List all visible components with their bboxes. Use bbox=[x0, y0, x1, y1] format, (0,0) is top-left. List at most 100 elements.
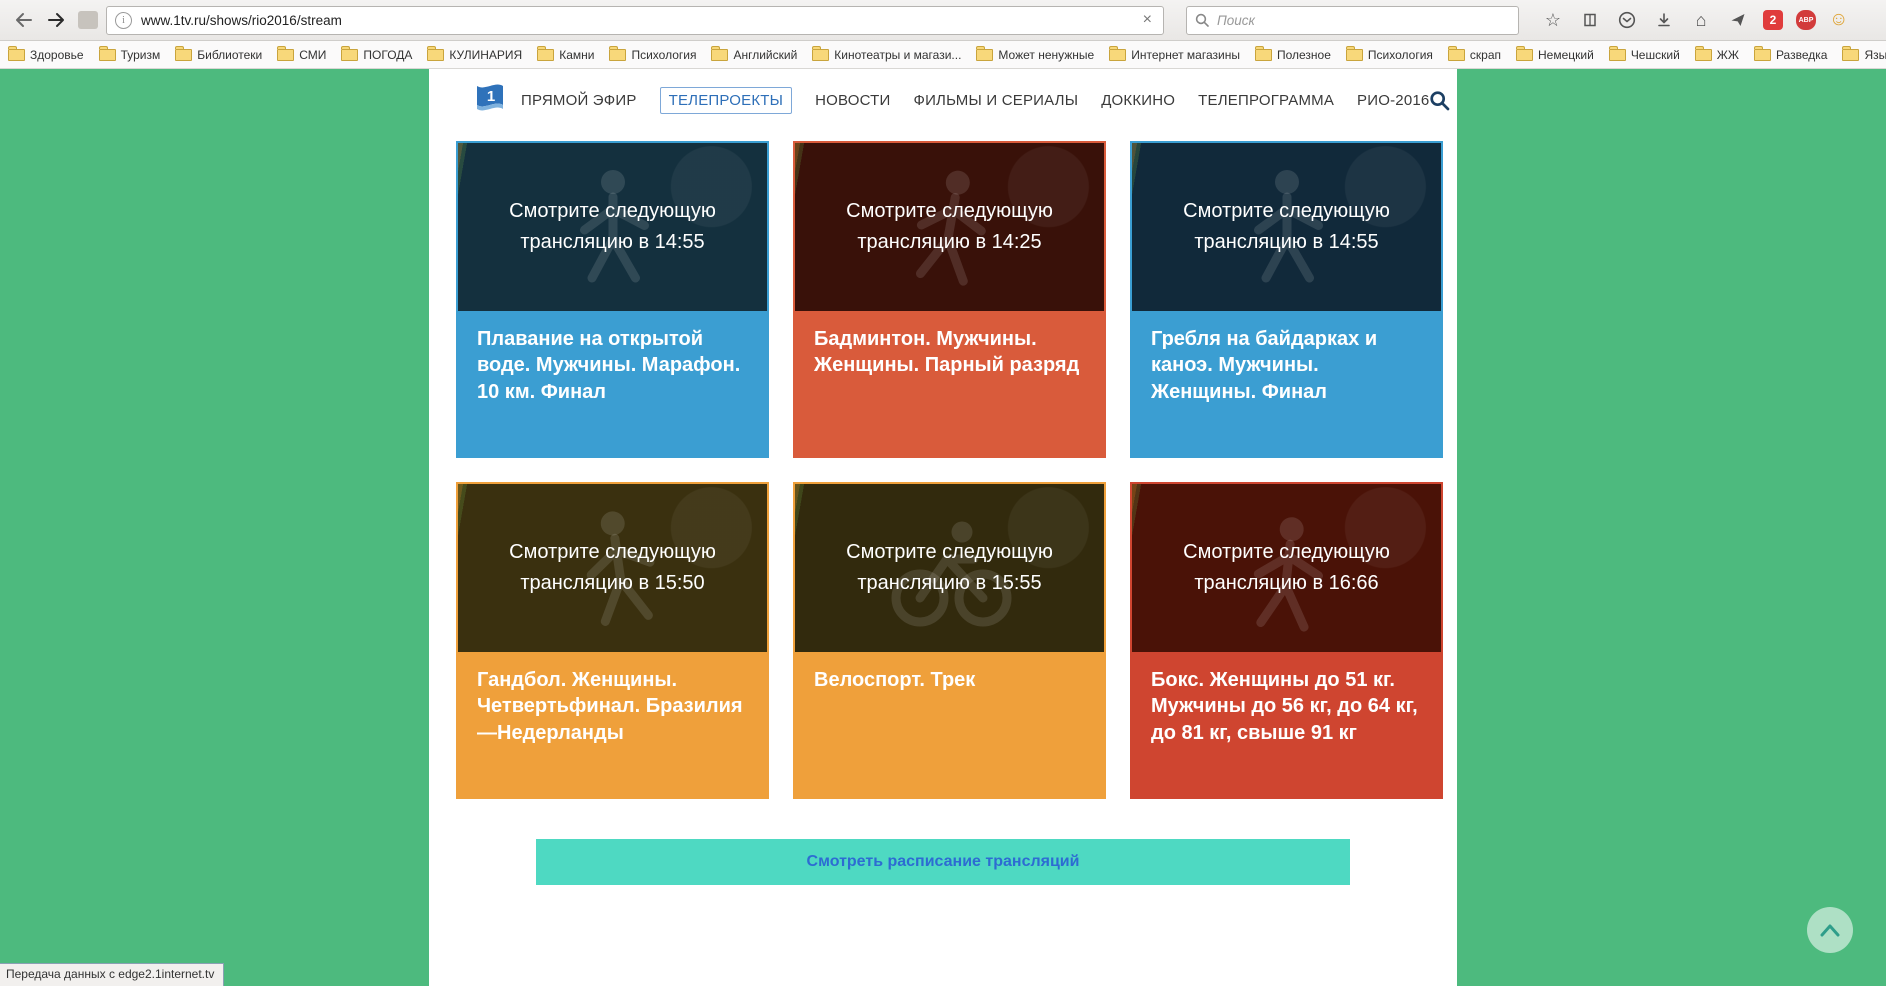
info-icon[interactable] bbox=[115, 12, 132, 29]
folder-icon bbox=[976, 49, 993, 61]
bookmark-item[interactable]: Полезное bbox=[1255, 48, 1331, 62]
bookmark-label: СМИ bbox=[299, 48, 326, 62]
broadcast-card[interactable]: Смотрите следующую трансляцию в 16:66 Бо… bbox=[1130, 482, 1443, 799]
bookmark-label: Может ненужные bbox=[998, 48, 1094, 62]
forward-button[interactable] bbox=[44, 7, 70, 33]
adblock-badge[interactable]: ABP bbox=[1796, 10, 1816, 30]
bookmark-item[interactable]: ПОГОДА bbox=[341, 48, 412, 62]
broadcast-card[interactable]: Смотрите следующую трансляцию в 15:50 Га… bbox=[456, 482, 769, 799]
nav-item-news[interactable]: НОВОСТИ bbox=[815, 92, 890, 109]
bookmark-item[interactable]: Здоровье bbox=[8, 48, 84, 62]
bookmark-item[interactable]: Кинотеатры и магази... bbox=[812, 48, 961, 62]
folder-icon bbox=[1842, 49, 1859, 61]
bookmark-item[interactable]: Интернет магазины bbox=[1109, 48, 1240, 62]
bookmark-item[interactable]: Немецкий bbox=[1516, 48, 1594, 62]
extension-badge[interactable]: 2 bbox=[1763, 10, 1783, 30]
card-title-area: Гребля на байдарках и каноэ. Мужчины. Же… bbox=[1132, 311, 1441, 456]
bookmark-label: Здоровье bbox=[30, 48, 84, 62]
history-dropdown-icon[interactable] bbox=[78, 11, 98, 29]
browser-search-input[interactable] bbox=[1215, 12, 1510, 29]
arrow-up-icon bbox=[1819, 923, 1841, 937]
card-announce: Смотрите следующую трансляцию в 16:66 bbox=[1151, 537, 1423, 599]
bookmark-star-icon[interactable]: ☆ bbox=[1541, 8, 1565, 32]
bookmark-item[interactable]: Психология bbox=[609, 48, 696, 62]
card-announce: Смотрите следующую трансляцию в 14:25 bbox=[814, 196, 1086, 258]
library-icon[interactable] bbox=[1578, 8, 1602, 32]
status-bar: Передача данных с edge2.1internet.tv bbox=[0, 963, 224, 986]
card-announce-area: Смотрите следующую трансляцию в 14:55 bbox=[1132, 143, 1441, 311]
folder-icon bbox=[1346, 49, 1363, 61]
broadcast-card[interactable]: Смотрите следующую трансляцию в 15:55 Ве… bbox=[793, 482, 1106, 799]
bookmark-item[interactable]: Камни bbox=[537, 48, 594, 62]
folder-icon bbox=[537, 49, 554, 61]
card-title-area: Велоспорт. Трек bbox=[795, 652, 1104, 797]
bookmark-label: Немецкий bbox=[1538, 48, 1594, 62]
folder-icon bbox=[1754, 49, 1771, 61]
back-button[interactable] bbox=[10, 7, 36, 33]
bookmark-item[interactable]: Может ненужные bbox=[976, 48, 1094, 62]
channel-one-logo[interactable]: 1 bbox=[475, 84, 505, 116]
bookmark-item[interactable]: КУЛИНАРИЯ bbox=[427, 48, 522, 62]
stop-button[interactable]: × bbox=[1140, 11, 1155, 29]
nav-item-rio2016[interactable]: РИО-2016 bbox=[1357, 92, 1429, 109]
card-title-area: Бокс. Женщины до 51 кг. Мужчины до 56 кг… bbox=[1132, 652, 1441, 797]
downloads-icon[interactable] bbox=[1652, 8, 1676, 32]
site-search-button[interactable] bbox=[1429, 90, 1450, 111]
folder-icon bbox=[812, 49, 829, 61]
forward-arrow-icon bbox=[47, 12, 67, 28]
url-input[interactable] bbox=[139, 12, 1133, 29]
bookmark-label: Полезное bbox=[1277, 48, 1331, 62]
card-announce: Смотрите следующую трансляцию в 15:55 bbox=[814, 537, 1086, 599]
bookmark-item[interactable]: Библиотеки bbox=[175, 48, 262, 62]
svg-text:1: 1 bbox=[487, 88, 495, 105]
folder-icon bbox=[1255, 49, 1272, 61]
bookmark-label: ПОГОДА bbox=[363, 48, 412, 62]
bookmark-label: Туризм bbox=[121, 48, 161, 62]
url-bar[interactable]: × bbox=[106, 6, 1164, 35]
card-announce-area: Смотрите следующую трансляцию в 14:25 bbox=[795, 143, 1104, 311]
folder-icon bbox=[341, 49, 358, 61]
scroll-top-button[interactable] bbox=[1807, 907, 1853, 953]
card-title: Гандбол. Женщины. Четвертьфинал. Бразили… bbox=[477, 667, 748, 746]
toolbar-icons: ☆ ⌂ 2 ABP ☺ bbox=[1541, 8, 1848, 32]
bookmark-item[interactable]: ЖЖ bbox=[1695, 48, 1739, 62]
nav-item-dockino[interactable]: ДОККИНО bbox=[1101, 92, 1175, 109]
nav-item-live[interactable]: ПРЯМОЙ ЭФИР bbox=[521, 92, 637, 109]
nav-item-tv-schedule[interactable]: ТЕЛЕПРОГРАММА bbox=[1198, 92, 1334, 109]
nav-item-teleprojects[interactable]: ТЕЛЕПРОЕКТЫ bbox=[660, 87, 793, 114]
channel-one-logo-icon: 1 bbox=[475, 84, 505, 116]
pocket-icon[interactable] bbox=[1615, 8, 1639, 32]
folder-icon bbox=[609, 49, 626, 61]
folder-icon bbox=[711, 49, 728, 61]
bookmark-item[interactable]: Английский bbox=[711, 48, 797, 62]
bookmark-item[interactable]: Языки разные bbox=[1842, 48, 1886, 62]
broadcast-card[interactable]: Смотрите следующую трансляцию в 14:55 Пл… bbox=[456, 141, 769, 458]
schedule-button-row: Смотреть расписание трансляций bbox=[429, 799, 1457, 885]
broadcast-cards-grid: Смотрите следующую трансляцию в 14:55 Пл… bbox=[429, 123, 1457, 799]
card-title: Плавание на открытой воде. Мужчины. Мара… bbox=[477, 326, 748, 405]
folder-icon bbox=[1695, 49, 1712, 61]
broadcast-card[interactable]: Смотрите следующую трансляцию в 14:55 Гр… bbox=[1130, 141, 1443, 458]
broadcast-card[interactable]: Смотрите следующую трансляцию в 14:25 Ба… bbox=[793, 141, 1106, 458]
folder-icon bbox=[1109, 49, 1126, 61]
bookmark-item[interactable]: Чешский bbox=[1609, 48, 1680, 62]
send-icon[interactable] bbox=[1726, 8, 1750, 32]
smiley-icon[interactable]: ☺ bbox=[1829, 9, 1848, 31]
schedule-button[interactable]: Смотреть расписание трансляций bbox=[536, 839, 1350, 885]
bookmark-label: Библиотеки bbox=[197, 48, 262, 62]
home-icon[interactable]: ⌂ bbox=[1689, 8, 1713, 32]
bookmark-label: Чешский bbox=[1631, 48, 1680, 62]
browser-search-bar[interactable] bbox=[1186, 6, 1519, 35]
bookmark-item[interactable]: Разведка bbox=[1754, 48, 1828, 62]
folder-icon bbox=[277, 49, 294, 61]
bookmark-label: Языки разные bbox=[1864, 48, 1886, 62]
card-announce: Смотрите следующую трансляцию в 15:50 bbox=[477, 537, 749, 599]
bookmark-item[interactable]: Туризм bbox=[99, 48, 161, 62]
bookmark-label: Разведка bbox=[1776, 48, 1828, 62]
bookmark-item[interactable]: СМИ bbox=[277, 48, 326, 62]
folder-icon bbox=[99, 49, 116, 61]
card-announce-area: Смотрите следующую трансляцию в 16:66 bbox=[1132, 484, 1441, 652]
bookmark-item[interactable]: скрап bbox=[1448, 48, 1501, 62]
nav-item-films-series[interactable]: ФИЛЬМЫ И СЕРИАЛЫ bbox=[913, 92, 1078, 109]
bookmark-item[interactable]: Психология bbox=[1346, 48, 1433, 62]
